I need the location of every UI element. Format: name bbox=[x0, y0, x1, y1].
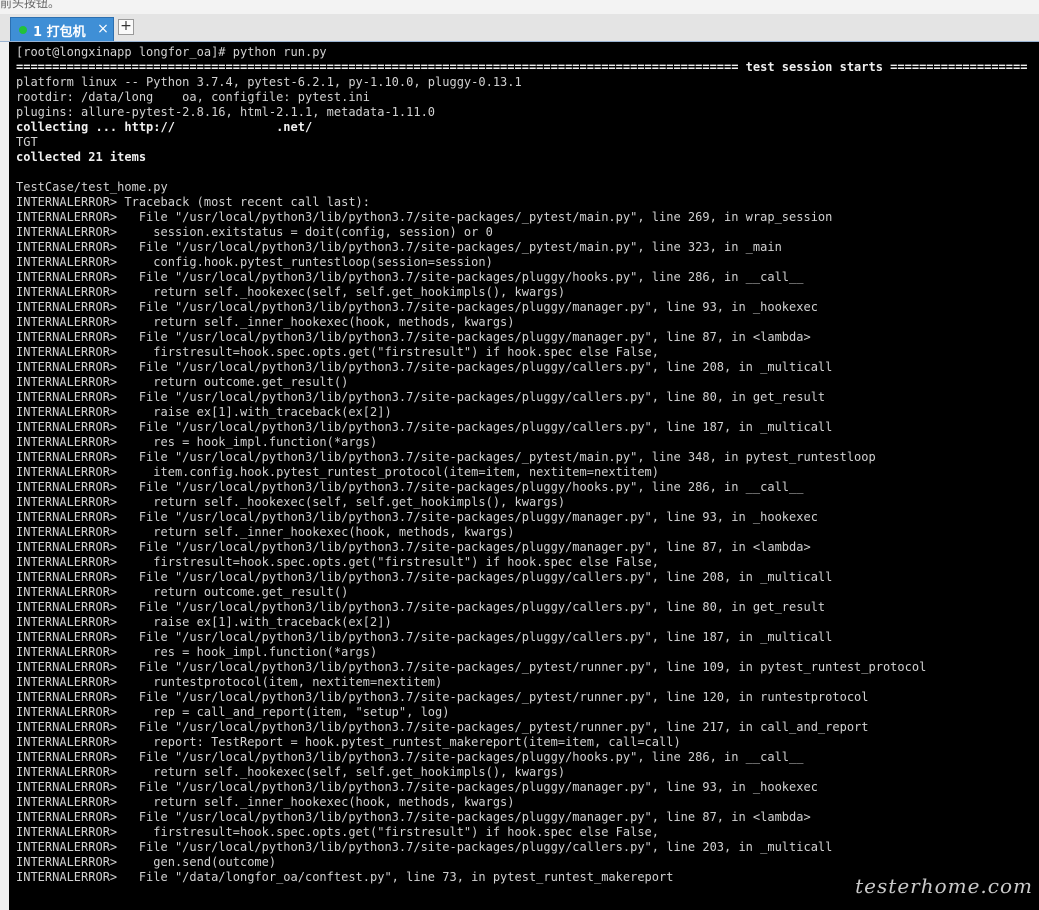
terminal-line: INTERNALERROR> session.exitstatus = doit… bbox=[16, 225, 493, 239]
terminal-line: plugins: allure-pytest-2.8.16, html-2.1.… bbox=[16, 105, 436, 119]
terminal-line: INTERNALERROR> item.config.hook.pytest_r… bbox=[16, 465, 659, 479]
terminal-line: INTERNALERROR> return self._inner_hookex… bbox=[16, 795, 515, 809]
tab-label: 1 打包机 bbox=[33, 25, 86, 40]
page-cut-text: 前头按钮。 bbox=[0, 0, 61, 10]
terminal-line: INTERNALERROR> File "/usr/local/python3/… bbox=[16, 690, 869, 704]
terminal-line: INTERNALERROR> File "/usr/local/python3/… bbox=[16, 780, 818, 794]
terminal-line: INTERNALERROR> gen.send(outcome) bbox=[16, 855, 277, 869]
terminal-line: INTERNALERROR> File "/usr/local/python3/… bbox=[16, 450, 876, 464]
terminal-line: rootdir: /data/long oa, configfile: pyte… bbox=[16, 90, 371, 104]
terminal-line: INTERNALERROR> return outcome.get_result… bbox=[16, 585, 349, 599]
terminal-line: INTERNALERROR> File "/usr/local/python3/… bbox=[16, 840, 833, 854]
terminal-line: [root@longxinapp longfor_oa]# python run… bbox=[16, 45, 327, 59]
status-dot-icon bbox=[19, 26, 27, 34]
terminal-line: INTERNALERROR> File "/usr/local/python3/… bbox=[16, 360, 833, 374]
terminal-line: INTERNALERROR> File "/usr/local/python3/… bbox=[16, 240, 782, 254]
terminal-line: INTERNALERROR> File "/usr/local/python3/… bbox=[16, 420, 833, 434]
terminal-lines: [root@longxinapp longfor_oa]# python run… bbox=[16, 45, 1036, 885]
terminal-line: INTERNALERROR> rep = call_and_report(ite… bbox=[16, 705, 450, 719]
terminal-tab-bar: 1 打包机 × + bbox=[0, 14, 1039, 42]
terminal-line: INTERNALERROR> runtestprotocol(item, nex… bbox=[16, 675, 443, 689]
terminal-line: TestCase/test_home.py bbox=[16, 180, 168, 194]
terminal-line: INTERNALERROR> File "/usr/local/python3/… bbox=[16, 810, 811, 824]
terminal-line: INTERNALERROR> res = hook_impl.function(… bbox=[16, 435, 378, 449]
terminal-line: platform linux -- Python 3.7.4, pytest-6… bbox=[16, 75, 522, 89]
terminal-line: INTERNALERROR> File "/usr/local/python3/… bbox=[16, 630, 833, 644]
terminal-line: collected 21 items bbox=[16, 150, 147, 164]
terminal-line: INTERNALERROR> File "/usr/local/python3/… bbox=[16, 720, 869, 734]
terminal-line: INTERNALERROR> firstresult=hook.spec.opt… bbox=[16, 345, 659, 359]
close-icon[interactable]: × bbox=[96, 22, 110, 36]
terminal-line: INTERNALERROR> File "/usr/local/python3/… bbox=[16, 390, 826, 404]
terminal-line: INTERNALERROR> report: TestReport = hook… bbox=[16, 735, 681, 749]
terminal-output[interactable]: [root@longxinapp longfor_oa]# python run… bbox=[9, 42, 1039, 910]
terminal-line: INTERNALERROR> File "/usr/local/python3/… bbox=[16, 300, 818, 314]
terminal-line: INTERNALERROR> return self._inner_hookex… bbox=[16, 315, 515, 329]
tab-session-1[interactable]: 1 打包机 × bbox=[10, 17, 114, 41]
terminal-line: INTERNALERROR> File "/usr/local/python3/… bbox=[16, 480, 804, 494]
terminal-line: INTERNALERROR> File "/usr/local/python3/… bbox=[16, 660, 927, 674]
watermark: testerhome.com bbox=[855, 874, 1033, 898]
terminal-line: INTERNALERROR> File "/usr/local/python3/… bbox=[16, 510, 818, 524]
terminal-line: INTERNALERROR> File "/usr/local/python3/… bbox=[16, 270, 804, 284]
terminal-line: ========================================… bbox=[16, 60, 1028, 74]
terminal-line: INTERNALERROR> firstresult=hook.spec.opt… bbox=[16, 825, 659, 839]
terminal-line: INTERNALERROR> File "/usr/local/python3/… bbox=[16, 330, 811, 344]
add-tab-button[interactable]: + bbox=[118, 19, 134, 35]
terminal-line: INTERNALERROR> return self._inner_hookex… bbox=[16, 525, 515, 539]
window-gutter bbox=[0, 42, 9, 910]
terminal-line: collecting ... http:// .net/ bbox=[16, 120, 313, 134]
terminal-line: INTERNALERROR> File "/usr/local/python3/… bbox=[16, 210, 833, 224]
terminal-line: INTERNALERROR> Traceback (most recent ca… bbox=[16, 195, 371, 209]
terminal-line: INTERNALERROR> firstresult=hook.spec.opt… bbox=[16, 555, 659, 569]
terminal-line: INTERNALERROR> return self._hookexec(sel… bbox=[16, 495, 566, 509]
terminal-line: INTERNALERROR> File "/usr/local/python3/… bbox=[16, 540, 811, 554]
terminal-line: INTERNALERROR> raise ex[1].with_tracebac… bbox=[16, 615, 392, 629]
terminal-line: INTERNALERROR> config.hook.pytest_runtes… bbox=[16, 255, 493, 269]
terminal-line: INTERNALERROR> File "/usr/local/python3/… bbox=[16, 600, 826, 614]
terminal-line: INTERNALERROR> return self._hookexec(sel… bbox=[16, 765, 566, 779]
terminal-line: INTERNALERROR> return self._hookexec(sel… bbox=[16, 285, 566, 299]
terminal-line: INTERNALERROR> File "/usr/local/python3/… bbox=[16, 750, 804, 764]
terminal-line: TGT bbox=[16, 135, 38, 149]
terminal-line: INTERNALERROR> return outcome.get_result… bbox=[16, 375, 349, 389]
terminal-line: INTERNALERROR> res = hook_impl.function(… bbox=[16, 645, 378, 659]
terminal-line: INTERNALERROR> raise ex[1].with_tracebac… bbox=[16, 405, 392, 419]
page-top-strip: 前头按钮。 bbox=[0, 0, 1039, 14]
terminal-line: INTERNALERROR> File "/usr/local/python3/… bbox=[16, 570, 833, 584]
